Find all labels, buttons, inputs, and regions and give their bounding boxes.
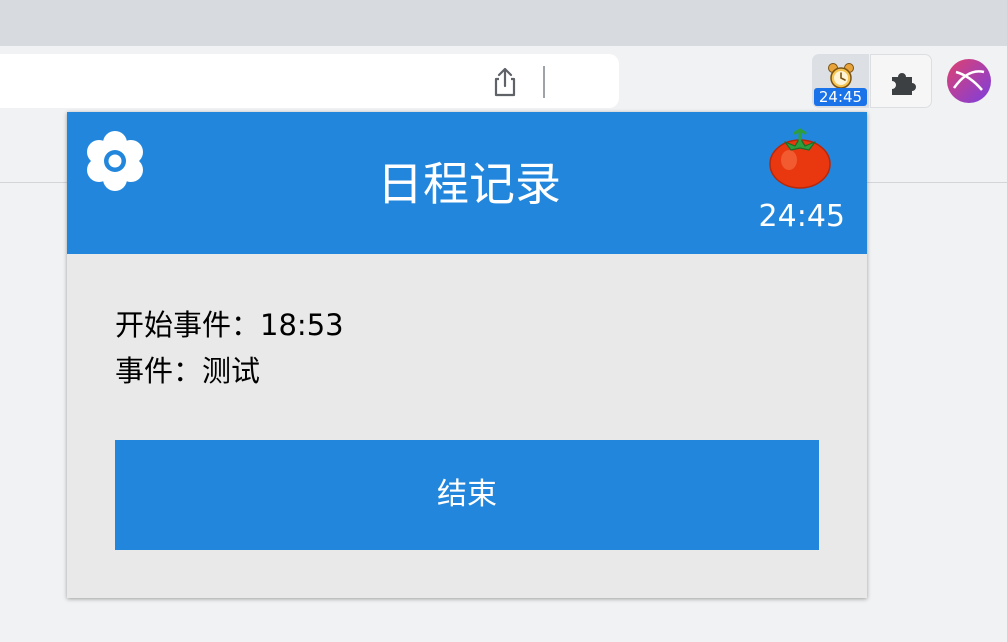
start-time: 18:53 xyxy=(260,308,344,342)
popup-header: 日程记录 24:45 xyxy=(67,112,867,254)
tomato-icon xyxy=(769,128,831,189)
event-name: 测试 xyxy=(202,354,261,388)
event-row: 事件：测试 xyxy=(115,348,344,394)
schedule-popup: 日程记录 24:45 开始事件：18:53 事件：测试 结束 xyxy=(67,112,867,598)
toolbar-divider xyxy=(543,66,545,98)
address-bar[interactable] xyxy=(0,54,619,108)
popup-title: 日程记录 xyxy=(377,157,561,211)
share-icon[interactable] xyxy=(490,66,520,98)
countdown-timer: 24:45 xyxy=(758,199,845,234)
timer-badge: 24:45 xyxy=(814,88,867,106)
puzzle-icon xyxy=(892,73,916,95)
end-button[interactable]: 结束 xyxy=(115,440,819,550)
event-label: 事件： xyxy=(115,354,203,388)
gear-icon[interactable] xyxy=(84,130,146,192)
alarm-clock-icon xyxy=(828,63,854,89)
start-row: 开始事件：18:53 xyxy=(115,302,344,348)
start-label: 开始事件： xyxy=(115,308,261,342)
profile-avatar[interactable] xyxy=(946,58,992,104)
extensions-button[interactable] xyxy=(870,54,932,108)
event-info: 开始事件：18:53 事件：测试 xyxy=(115,302,344,394)
timer-extension-button[interactable]: 24:45 xyxy=(812,54,869,108)
browser-titlebar xyxy=(0,0,1007,46)
